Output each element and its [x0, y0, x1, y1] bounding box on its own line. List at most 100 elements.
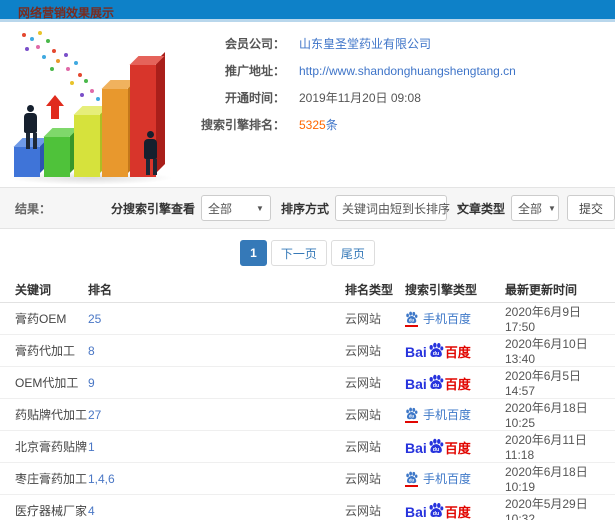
engine-type-cell: du 手机百度 — [405, 399, 505, 431]
up-arrow-icon — [46, 95, 64, 119]
company-link[interactable]: 山东皇圣堂药业有限公司 — [299, 35, 431, 52]
engine-select-value: 全部 — [207, 201, 232, 216]
ranking-unit: 条 — [325, 118, 338, 132]
sort-select[interactable]: 关键词由短到长排序 ▼ — [334, 195, 464, 221]
filter-group: 分搜索引擎查看 全部 ▼ 排序方式 关键词由短到长排序 ▼ 文章类型 全部 ▼ … — [101, 195, 615, 221]
baidu-pc-logo: Bai du 百度 — [405, 342, 471, 360]
rank-link[interactable]: 27 — [88, 399, 345, 431]
engine-type-cell: du 手机百度 — [405, 463, 505, 495]
rank-type-cell: 云网站 — [345, 367, 405, 399]
keyword-cell: 枣庄膏药加工 — [0, 463, 88, 495]
baidu-mobile-logo: du 手机百度 — [405, 406, 471, 423]
chevron-down-icon: ▼ — [548, 203, 556, 213]
confetti-dots — [22, 33, 26, 37]
url-label: 推广地址： — [224, 64, 285, 78]
rank-link[interactable]: 4 — [88, 495, 345, 520]
updated-cell: 2020年6月5日 14:57 — [505, 367, 615, 399]
rank-link[interactable]: 1,4,6 — [88, 463, 345, 495]
rank-type-cell: 云网站 — [345, 463, 405, 495]
keyword-cell: 药贴牌代加工 — [0, 399, 88, 431]
info-row-company: 会员公司： 山东皇圣堂药业有限公司 — [185, 34, 516, 53]
article-type-label: 文章类型 — [456, 201, 505, 216]
info-row-ranking: 搜索引擎排名： 5325 条 — [185, 115, 516, 134]
engine-type-cell: Bai du 百度 — [405, 495, 505, 520]
svg-text:du: du — [433, 511, 440, 517]
table-row: 膏药代加工 8 云网站 Bai du 百度 2020年6月10日 13:40 — [0, 335, 615, 367]
last-page-button[interactable]: 尾页 — [330, 240, 375, 266]
header-rank-type: 排名类型 — [345, 277, 405, 303]
rank-type-cell: 云网站 — [345, 495, 405, 520]
ranking-count: 5325 — [299, 117, 326, 132]
engine-select[interactable]: 全部 ▼ — [200, 195, 271, 221]
baidu-pc-logo: Bai du 百度 — [405, 438, 471, 456]
opened-label: 开通时间： — [224, 91, 285, 105]
rank-link[interactable]: 1 — [88, 431, 345, 463]
article-type-value: 全部 — [518, 201, 543, 216]
page-button-1[interactable]: 1 — [240, 240, 267, 266]
updated-cell: 2020年6月9日 17:50 — [505, 303, 615, 335]
sort-filter-label: 排序方式 — [280, 201, 329, 216]
article-type-select[interactable]: 全部 ▼ — [511, 195, 559, 221]
chevron-down-icon: ▼ — [256, 203, 264, 213]
table-row: 膏药OEM 25 云网站 du 手机百度 2020年6月9日 17:50 — [0, 303, 615, 335]
engine-type-cell: Bai du 百度 — [405, 431, 505, 463]
updated-cell: 2020年6月10日 13:40 — [505, 335, 615, 367]
header-bar: 网络营销效果展示 — [0, 0, 615, 22]
updated-cell: 2020年6月18日 10:19 — [505, 463, 615, 495]
rank-link[interactable]: 9 — [88, 367, 345, 399]
updated-cell: 2020年6月18日 10:25 — [505, 399, 615, 431]
info-row-opened: 开通时间： 2019年11月20日 09:08 — [185, 88, 516, 107]
rank-type-cell: 云网站 — [345, 303, 405, 335]
submit-button[interactable]: 提交 — [567, 195, 615, 221]
ranking-label: 搜索引擎排名： — [200, 118, 285, 132]
header-keyword: 关键词 — [0, 277, 88, 303]
opened-value: 2019年11月20日 09:08 — [299, 91, 421, 105]
table-row: 药贴牌代加工 27 云网站 du 手机百度 2020年6月18日 10:25 — [0, 399, 615, 431]
pagination: 1 下一页 尾页 — [0, 229, 615, 277]
filter-bar: 结果： 分搜索引擎查看 全部 ▼ 排序方式 关键词由短到长排序 ▼ 文章类型 全… — [0, 187, 615, 229]
table-row: 医疗器械厂家 4 云网站 Bai du 百度 2020年5月29日 10:32 — [0, 495, 615, 520]
engine-filter-label: 分搜索引擎查看 — [110, 201, 195, 216]
svg-text:du: du — [433, 383, 440, 389]
rank-link[interactable]: 25 — [88, 303, 345, 335]
rank-type-cell: 云网站 — [345, 399, 405, 431]
table-row: 枣庄膏药加工 1,4,6 云网站 du 手机百度 2020年6月18日 10:19 — [0, 463, 615, 495]
businessman-left — [24, 105, 37, 149]
table-row: 北京膏药贴牌 1 云网站 Bai du 百度 2020年6月11日 11:18 — [0, 431, 615, 463]
promotion-url-link[interactable]: http://www.shandonghuangshengtang.cn — [299, 64, 516, 78]
keyword-cell: 膏药代加工 — [0, 335, 88, 367]
engine-type-cell: du 手机百度 — [405, 303, 505, 335]
baidu-paw-icon: du — [429, 438, 444, 453]
page-title[interactable]: 网络营销效果展示 — [18, 4, 114, 21]
updated-cell: 2020年5月29日 10:32 — [505, 495, 615, 520]
svg-text:du: du — [409, 413, 415, 418]
rank-type-cell: 云网站 — [345, 335, 405, 367]
info-row-url: 推广地址： http://www.shandonghuangshengtang.… — [185, 61, 516, 80]
baidu-paw-icon: du — [429, 374, 444, 389]
keyword-cell: 北京膏药贴牌 — [0, 431, 88, 463]
rank-type-cell: 云网站 — [345, 431, 405, 463]
baidu-paw-icon: du — [429, 342, 444, 357]
info-section: 会员公司： 山东皇圣堂药业有限公司 推广地址： http://www.shand… — [0, 22, 615, 187]
baidu-mobile-logo: du 手机百度 — [405, 470, 471, 487]
baidu-pc-logo: Bai du 百度 — [405, 502, 471, 520]
svg-text:du: du — [433, 447, 440, 453]
svg-text:du: du — [409, 477, 415, 482]
keyword-cell: 膏药OEM — [0, 303, 88, 335]
keyword-cell: OEM代加工 — [0, 367, 88, 399]
engine-type-cell: Bai du 百度 — [405, 335, 505, 367]
businessman-right — [144, 131, 157, 175]
baidu-paw-icon: du — [406, 407, 418, 419]
header-updated: 最新更新时间 — [505, 277, 615, 303]
results-table: 关键词 排名 排名类型 搜索引擎类型 最新更新时间 膏药OEM 25 云网站 du 手机… — [0, 277, 615, 520]
bar-chart-illustration — [8, 27, 178, 185]
baidu-pc-logo: Bai du 百度 — [405, 374, 471, 392]
svg-text:du: du — [409, 317, 415, 322]
updated-cell: 2020年6月11日 11:18 — [505, 431, 615, 463]
svg-text:du: du — [433, 351, 440, 357]
next-page-button[interactable]: 下一页 — [270, 240, 327, 266]
table-row: OEM代加工 9 云网站 Bai du 百度 2020年6月5日 14:57 — [0, 367, 615, 399]
baidu-mobile-logo: du 手机百度 — [405, 310, 471, 327]
table-header-row: 关键词 排名 排名类型 搜索引擎类型 最新更新时间 — [0, 277, 615, 303]
rank-link[interactable]: 8 — [88, 335, 345, 367]
